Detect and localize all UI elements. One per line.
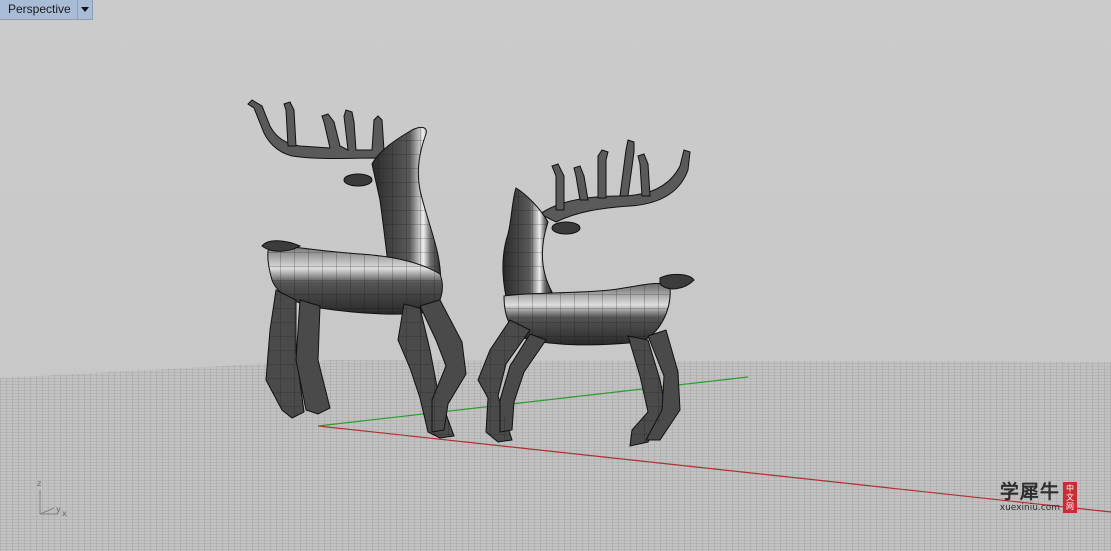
axis-label-z: z (37, 479, 42, 488)
perspective-viewport[interactable]: Perspective z y x 学犀牛 xuexiniu.com 中 文 网 (0, 0, 1111, 551)
watermark-text: 学犀牛 xuexiniu.com (999, 481, 1060, 514)
watermark-seal: 中 文 网 (1063, 482, 1077, 513)
axis-label-y: y (56, 505, 61, 514)
axis-label-x: x (62, 509, 67, 518)
seal-char: 网 (1066, 502, 1074, 511)
seal-char: 中 (1066, 484, 1074, 493)
grid-shading (0, 360, 1111, 551)
viewport-title[interactable]: Perspective (0, 0, 77, 19)
watermark-sub: xuexiniu.com (999, 503, 1060, 513)
seal-char: 文 (1066, 493, 1074, 502)
triangle-down-icon (80, 6, 89, 12)
viewport-title-tab[interactable]: Perspective (0, 0, 93, 20)
scene-canvas[interactable] (0, 0, 1111, 551)
viewport-menu-dropdown[interactable] (76, 0, 92, 19)
watermark-logo: 学犀牛 xuexiniu.com 中 文 网 (1000, 482, 1077, 513)
watermark-main: 学犀牛 (999, 481, 1060, 503)
